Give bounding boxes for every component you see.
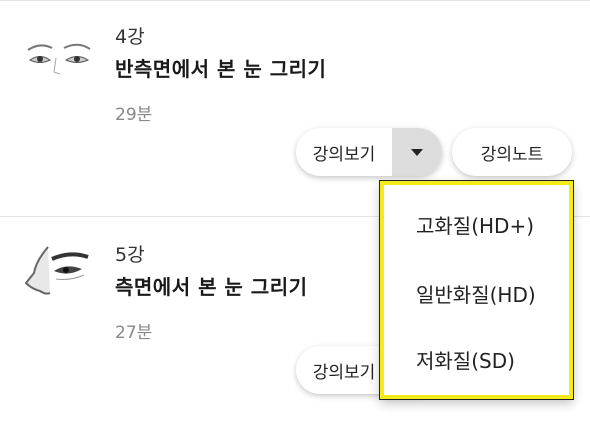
lecture-note-button[interactable]: 강의노트 [452, 128, 572, 176]
side-eye-sketch-thumbnail-icon [22, 243, 94, 299]
quality-menu: 고화질(HD+) 일반화질(HD) 저화질(SD) [380, 181, 573, 399]
quality-option-sd[interactable]: 저화질(SD) [416, 345, 515, 374]
lesson-duration: 27분 [115, 323, 153, 343]
watch-lecture-button[interactable]: 강의보기 [296, 128, 392, 176]
lesson-duration: 29분 [115, 105, 153, 125]
quality-option-hd-plus[interactable]: 고화질(HD+) [416, 210, 534, 239]
lesson-title: 측면에서 본 눈 그리기 [115, 275, 308, 299]
watch-lecture-button[interactable]: 강의보기 [296, 346, 392, 394]
lesson-title: 반측면에서 본 눈 그리기 [115, 57, 327, 81]
watch-button-group: 강의보기 [296, 128, 442, 176]
lesson-number: 4강 [115, 26, 145, 48]
quality-option-hd[interactable]: 일반화질(HD) [416, 279, 536, 308]
caret-down-icon [411, 148, 423, 156]
eyes-sketch-thumbnail-icon [22, 28, 94, 84]
quality-dropdown-button[interactable] [392, 128, 442, 176]
lesson-number: 5강 [115, 244, 145, 266]
